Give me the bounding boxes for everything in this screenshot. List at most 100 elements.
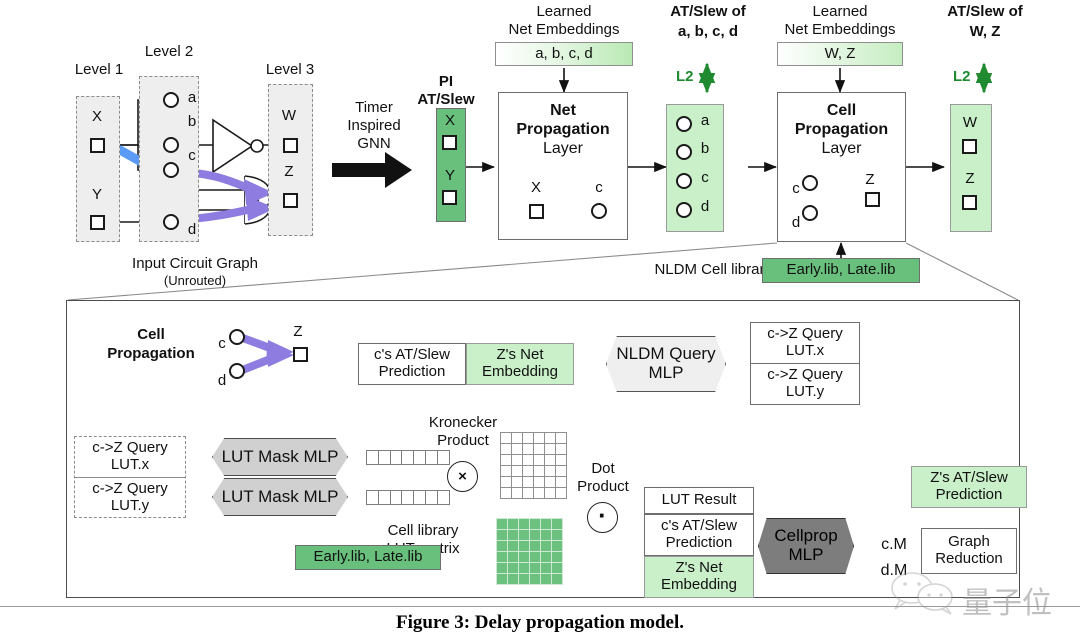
net-out-node-d: [676, 202, 692, 218]
pin-node-c: [163, 162, 179, 178]
pin-label-b: b: [187, 113, 197, 130]
detail-mini-label-z: Z: [293, 323, 303, 340]
cell-out-title-2: W, Z: [969, 23, 1001, 40]
kronecker-result-matrix: [500, 432, 567, 499]
net-layer-line3: Layer: [542, 140, 584, 157]
figure-caption: Figure 3: Delay propagation model.: [396, 612, 684, 633]
query-out-lut-x-line2: LUT.x: [785, 342, 825, 359]
net-out-label-a: a: [700, 112, 710, 129]
query-out-lut-x-line1: c->Z Query: [767, 325, 843, 343]
detail-mini-node-c: [229, 329, 245, 345]
pin-label-z: Z: [284, 163, 294, 180]
detail-mini-label-d: d: [217, 372, 227, 389]
gnn-label-line3: GNN: [357, 135, 391, 152]
gnn-label-line2: Inspired: [347, 117, 401, 134]
cell-library-value: Early.lib, Late.lib: [295, 545, 441, 570]
pin-label-w: W: [281, 107, 297, 124]
net-mini-dst-label: c: [595, 179, 603, 196]
level1-label: Level 1: [74, 61, 124, 78]
result-z-net-embedding: Z's Net Embedding: [644, 556, 754, 598]
net-out-node-b: [676, 144, 692, 160]
cellprop-out-cm: c.M: [881, 536, 907, 553]
detail-mini-label-c: c: [218, 335, 226, 352]
mask-vector-x: [366, 450, 450, 465]
query-out-lut-x: c->Z Query LUT.x: [750, 322, 860, 364]
circuit-subtitle: (Unrouted): [163, 273, 227, 288]
result-lut: LUT Result: [644, 487, 754, 514]
net-embeddings-box: a, b, c, d: [495, 42, 633, 66]
net-out-node-c: [676, 173, 692, 189]
dot-product-label-2: Product: [577, 478, 629, 495]
query-out-lut-y: c->Z Query LUT.y: [750, 363, 860, 405]
pin-node-x: [90, 138, 105, 153]
net-out-label-c: c: [701, 169, 709, 186]
cellprop-mlp-line2: MLP: [788, 545, 824, 564]
kronecker-label-1: Kronecker: [428, 414, 498, 431]
net-mini-src-node: [529, 204, 544, 219]
lut-mask-mlp-x: LUT Mask MLP: [212, 438, 348, 476]
net-layer-line2: Propagation: [516, 121, 610, 138]
cell-layer-line1: Cell: [826, 102, 857, 119]
cell-out-label-z: Z: [965, 170, 975, 187]
lut-mask-mlp-y: LUT Mask MLP: [212, 478, 348, 516]
result-z-net-embedding-line2: Embedding: [661, 576, 737, 593]
nldm-cell-library-value: Early.lib, Late.lib: [762, 258, 920, 283]
cell-out-node-w: [962, 139, 977, 154]
cellprop-mlp-line1: Cellprop: [774, 526, 838, 546]
lut-in-x: c->Z Query LUT.x: [74, 436, 186, 477]
net-embeddings-title-2: Net Embeddings: [508, 21, 620, 38]
final-prediction-line2: Prediction: [935, 486, 1003, 503]
cell-library-lut-matrix: [496, 518, 563, 585]
cell-embeddings-title-1: Learned: [812, 3, 868, 20]
cell-mini-label-d: d: [791, 214, 801, 231]
cell-mini-label-z: Z: [865, 171, 875, 188]
pin-node-z: [283, 193, 298, 208]
cell-mini-node-z: [865, 192, 880, 207]
caption-rule: [0, 606, 1080, 608]
pin-label-a: a: [187, 89, 197, 106]
result-c-at-slew-line1: c's AT/Slew: [661, 517, 737, 535]
pi-label-line2: AT/Slew: [417, 91, 475, 108]
result-c-at-slew-line2: Prediction: [665, 534, 733, 551]
graph-reduction-line2: Reduction: [935, 550, 1003, 567]
cell-layer-line3: Layer: [821, 140, 862, 157]
query-input-left-line1: c's AT/Slew: [374, 346, 450, 364]
net-out-label-d: d: [700, 198, 710, 215]
query-input-right-line1: Z's Net: [496, 346, 544, 364]
detail-mini-node-z: [293, 347, 308, 362]
cell-layer-line2: Propagation: [794, 121, 889, 138]
final-prediction-line1: Z's AT/Slew: [930, 469, 1008, 487]
cell-embeddings-title-2: Net Embeddings: [784, 21, 896, 38]
cell-out-title-1: AT/Slew of: [947, 3, 1023, 20]
cellprop-mlp: Cellprop MLP: [758, 518, 854, 574]
pi-pin-y-label: Y: [444, 167, 455, 184]
net-l2-label: L2: [676, 68, 694, 85]
cell-l2-label: L2: [953, 68, 971, 85]
graph-reduction-line1: Graph: [948, 533, 990, 551]
query-input-left-line2: Prediction: [378, 363, 446, 380]
pin-label-c: c: [188, 147, 196, 164]
net-out-node-a: [676, 116, 692, 132]
pi-label-line1: PI: [438, 73, 454, 90]
pin-node-d: [163, 214, 179, 230]
level2-label: Level 2: [144, 43, 194, 60]
nldm-cell-library-label: NLDM Cell library: [654, 261, 772, 278]
query-input-right: Z's Net Embedding: [466, 343, 574, 385]
net-out-label-b: b: [700, 140, 710, 157]
net-out-title-2: a, b, c, d: [677, 23, 738, 40]
mask-vector-y: [366, 490, 450, 505]
final-prediction-box: Z's AT/Slew Prediction: [911, 466, 1027, 508]
query-out-lut-y-line1: c->Z Query: [767, 366, 843, 384]
pin-node-a: [163, 92, 179, 108]
gnn-big-arrow: [332, 152, 412, 188]
level3-label: Level 3: [265, 61, 315, 78]
cell-embeddings-box: W, Z: [777, 42, 903, 66]
cell-mini-label-c: c: [792, 180, 800, 197]
lut-in-y: c->Z Query LUT.y: [74, 477, 186, 518]
circuit-title: Input Circuit Graph: [132, 255, 258, 272]
detail-title-line2: Propagation: [107, 345, 195, 362]
cellprop-out-dm: d.M: [880, 562, 908, 579]
graph-reduction-box: Graph Reduction: [921, 528, 1017, 574]
pin-label-y: Y: [91, 186, 102, 203]
cell-library-label-1: Cell library: [387, 522, 459, 539]
